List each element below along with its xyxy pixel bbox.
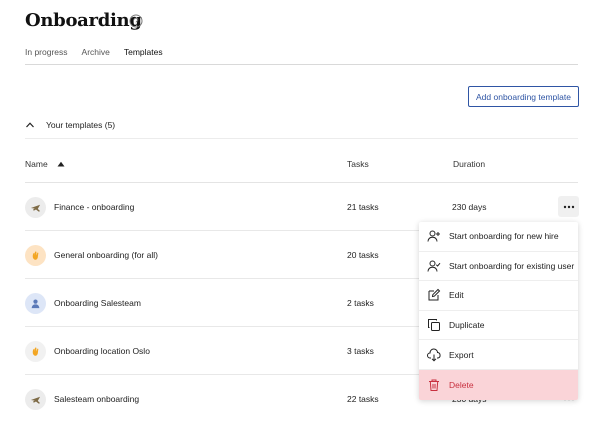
chevron-up-icon[interactable] <box>25 120 35 130</box>
tab-archive[interactable]: Archive <box>82 47 110 65</box>
template-name: Onboarding Salesteam <box>54 298 141 308</box>
edit-icon <box>428 289 441 301</box>
person-icon <box>31 299 40 309</box>
section-divider <box>25 138 578 139</box>
template-name: Onboarding location Oslo <box>54 346 150 356</box>
menu-item-label: Export <box>449 349 474 360</box>
plane-icon <box>30 396 41 404</box>
menu-item-edit[interactable]: Edit <box>419 281 578 311</box>
template-avatar <box>25 197 46 218</box>
template-tasks: 22 tasks <box>347 394 379 404</box>
trash-icon <box>429 379 439 391</box>
template-avatar <box>25 389 46 410</box>
template-name: Finance - onboarding <box>54 202 135 212</box>
template-tasks: 21 tasks <box>347 202 379 212</box>
template-tasks: 20 tasks <box>347 250 379 260</box>
template-name: General onboarding (for all) <box>54 250 158 260</box>
add-onboarding-template-button[interactable]: Add onboarding template <box>468 86 579 107</box>
template-avatar <box>25 245 46 266</box>
menu-item-label: Edit <box>449 290 464 301</box>
user-check-icon <box>427 260 441 272</box>
menu-item-start-new-hire[interactable]: Start onboarding for new hire <box>419 222 578 252</box>
page-title: Onboarding <box>25 10 142 31</box>
menu-item-duplicate[interactable]: Duplicate <box>419 311 578 341</box>
duplicate-icon <box>428 319 440 332</box>
wave-hand-icon <box>32 251 39 260</box>
template-tasks: 3 tasks <box>347 346 374 356</box>
template-name: Salesteam onboarding <box>54 394 140 404</box>
column-header-name[interactable]: Name <box>25 159 65 169</box>
tab-templates[interactable]: Templates <box>123 47 163 65</box>
tabs-divider <box>25 64 578 65</box>
sort-ascending-icon <box>57 161 65 167</box>
column-label-name: Name <box>25 159 48 169</box>
section-label: Your templates (5) <box>46 120 116 130</box>
menu-item-label: Delete <box>449 379 474 390</box>
menu-item-export[interactable]: Export <box>419 340 578 370</box>
template-tasks: 2 tasks <box>347 298 374 308</box>
user-plus-icon <box>427 230 440 242</box>
template-duration: 230 days <box>452 202 487 212</box>
menu-item-delete[interactable]: Delete <box>419 369 578 400</box>
section-header[interactable]: Your templates (5) <box>25 120 115 130</box>
wave-hand-icon <box>32 347 39 356</box>
template-avatar <box>25 293 46 314</box>
column-header-tasks: Tasks <box>347 159 369 169</box>
menu-item-label: Duplicate <box>449 320 485 331</box>
tab-bar: In progress Archive Templates <box>25 47 177 65</box>
export-icon <box>427 348 441 362</box>
tab-in-progress[interactable]: In progress <box>25 47 68 65</box>
column-header-duration: Duration <box>453 159 486 169</box>
plane-icon <box>30 204 41 212</box>
menu-item-label: Start onboarding for existing user <box>449 260 575 271</box>
row-more-button[interactable] <box>558 196 579 217</box>
menu-item-start-existing-user[interactable]: Start onboarding for existing user <box>419 252 578 282</box>
row-actions-menu: Start onboarding for new hire Start onbo… <box>419 222 578 400</box>
question-circle-icon[interactable] <box>129 14 143 28</box>
more-horizontal-icon <box>563 205 574 208</box>
menu-item-label: Start onboarding for new hire <box>449 231 559 242</box>
template-avatar <box>25 341 46 362</box>
